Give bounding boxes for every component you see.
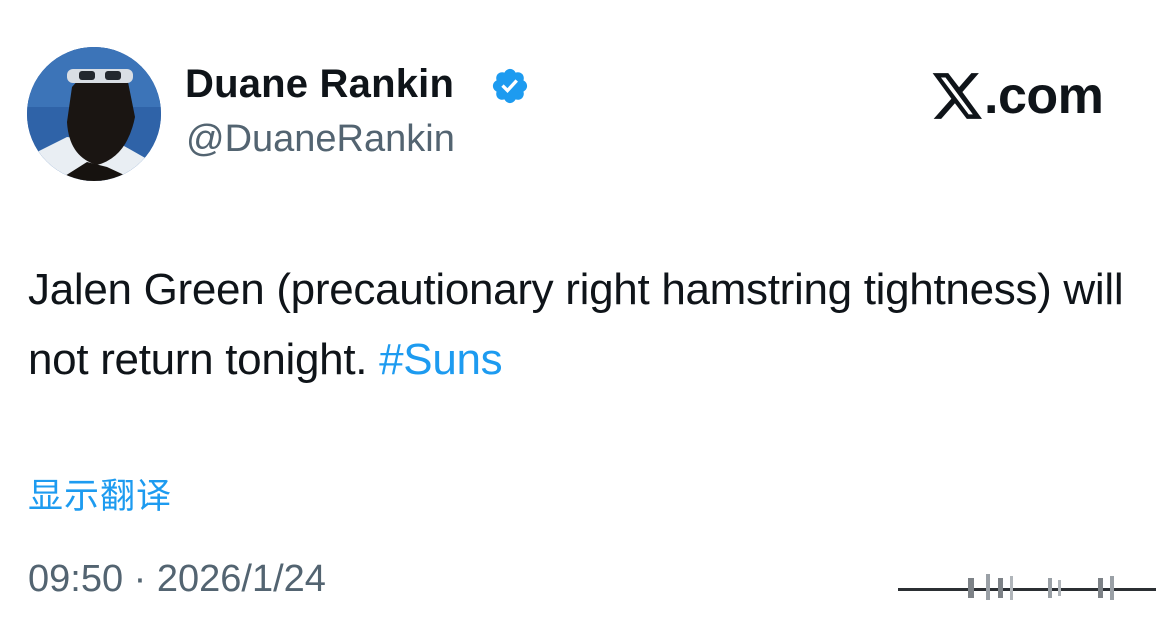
tweet-body: Jalen Green (precautionary right hamstri… [28,255,1128,395]
x-logo-icon [932,73,982,119]
avatar-photo [27,47,161,181]
tweet-card: Duane Rankin @DuaneRankin .com Jalen Gre… [0,0,1169,620]
brand-domain-text: .com [984,67,1104,125]
author-avatar[interactable] [27,47,161,181]
watermark-icon [898,574,1156,600]
author-name[interactable]: Duane Rankin [185,62,454,107]
show-translation-link[interactable]: 显示翻译 [28,468,172,519]
verified-badge-icon [492,68,528,104]
author-handle[interactable]: @DuaneRankin [186,118,455,161]
hashtag-link[interactable]: #Suns [379,335,503,384]
tweet-text: Jalen Green (precautionary right hamstri… [28,265,1124,384]
tweet-timestamp[interactable]: 09:50 · 2026/1/24 [28,558,326,601]
x-com-logo[interactable]: .com [932,66,1104,126]
